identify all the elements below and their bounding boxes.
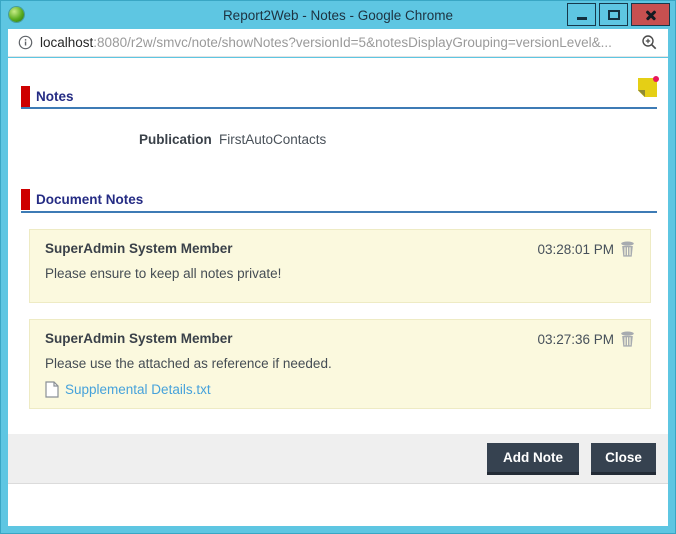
notes-section-header: Notes [21,86,74,107]
delete-note-icon[interactable] [620,241,635,257]
title-bar[interactable]: Report2Web - Notes - Google Chrome [1,1,675,29]
section-accent-bar [21,86,30,107]
maximize-icon [607,9,620,20]
zoom-icon[interactable] [641,34,658,51]
app-icon [9,7,24,22]
window-controls [564,3,670,26]
section-accent-bar [21,189,30,210]
note-meta: 03:28:01 PM [537,241,635,257]
minimize-icon [576,16,587,20]
attachment-link[interactable]: Supplemental Details.txt [45,381,635,398]
sticky-note-pin [653,76,659,82]
publication-value: FirstAutoContacts [219,132,327,147]
minimize-button[interactable] [567,3,596,26]
sticky-note-icon[interactable] [638,76,659,97]
close-button[interactable]: Close [591,442,656,475]
document-notes-section-header: Document Notes [21,189,143,210]
note-card-header: SuperAdmin System Member 03:27:36 PM [45,331,635,347]
maximize-button[interactable] [599,3,628,26]
note-timestamp: 03:28:01 PM [537,241,614,257]
note-body: Please ensure to keep all notes private! [45,266,282,281]
address-bar[interactable]: localhost:8080/r2w/smvc/note/showNotes?v… [8,29,668,57]
note-card: SuperAdmin System Member 03:28:01 PM Ple… [29,229,651,303]
notes-page: Notes Publication FirstAutoContacts Docu… [8,58,668,526]
note-body: Please use the attached as reference if … [45,356,332,371]
note-author: SuperAdmin System Member [45,241,233,256]
publication-label: Publication [139,132,212,147]
url-host: localhost [40,35,94,50]
browser-window: Report2Web - Notes - Google Chrome local… [0,0,676,534]
note-author: SuperAdmin System Member [45,331,233,346]
document-notes-section-title: Document Notes [36,192,144,207]
delete-note-icon[interactable] [620,331,635,347]
attachment-filename: Supplemental Details.txt [65,382,211,397]
notes-section-title: Notes [36,89,74,104]
note-card-header: SuperAdmin System Member 03:28:01 PM [45,241,635,257]
section-divider [21,211,657,213]
close-window-button[interactable] [631,3,670,26]
footer-bar: Add Note Close [8,434,668,484]
file-icon [45,381,59,398]
note-card: SuperAdmin System Member 03:27:36 PM Ple… [29,319,651,409]
url-path: :8080/r2w/smvc/note/showNotes?versionId=… [93,35,612,50]
close-icon [645,9,657,21]
section-divider [21,107,657,109]
note-meta: 03:27:36 PM [537,331,635,347]
publication-row: Publication FirstAutoContacts [8,132,668,150]
page-info-icon[interactable] [18,35,33,50]
add-note-button[interactable]: Add Note [487,442,579,475]
url-text[interactable]: localhost:8080/r2w/smvc/note/showNotes?v… [40,35,633,50]
note-timestamp: 03:27:36 PM [537,331,614,347]
